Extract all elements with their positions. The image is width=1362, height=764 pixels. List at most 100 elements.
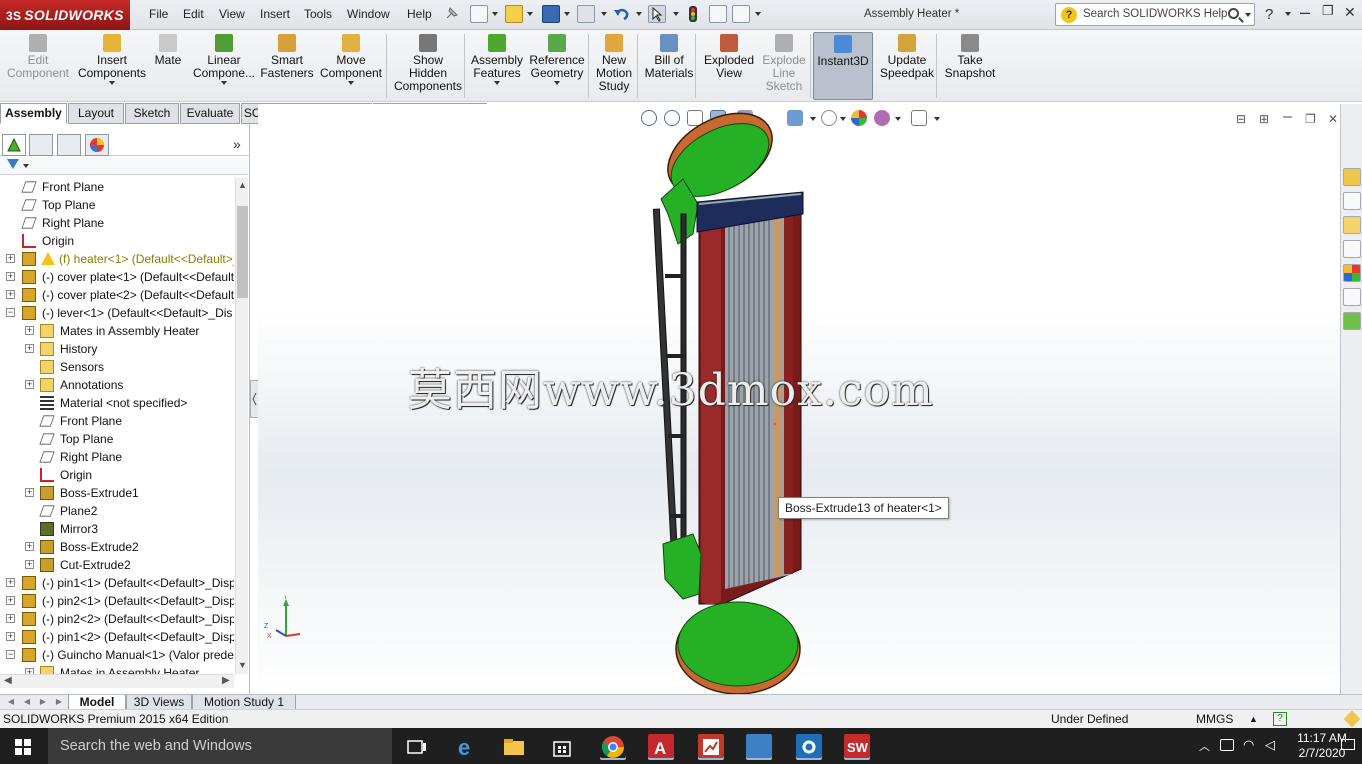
file-explorer-taskbar-icon[interactable] xyxy=(501,734,527,760)
view-settings-dropdown-icon[interactable] xyxy=(934,117,940,121)
taskbar-search-input[interactable]: Search the web and Windows xyxy=(48,728,392,764)
select-icon[interactable] xyxy=(648,5,666,23)
menu-insert[interactable]: Insert xyxy=(260,7,290,21)
view-palette-icon[interactable] xyxy=(1343,240,1361,258)
chrome-icon[interactable] xyxy=(600,734,626,760)
filter-icon[interactable] xyxy=(7,159,19,169)
scroll-right-icon[interactable]: ▶ xyxy=(222,675,230,686)
expand-icon[interactable]: + xyxy=(6,272,15,281)
windows-start-icon[interactable] xyxy=(15,739,31,755)
options-dropdown-icon[interactable] xyxy=(755,12,761,16)
rebuild-icon[interactable] xyxy=(686,5,704,23)
reference-geometry-button[interactable]: Reference Geometry xyxy=(526,32,588,100)
tab-layout[interactable]: Layout xyxy=(68,103,124,124)
collapse-icon[interactable]: − xyxy=(6,308,15,317)
tree-item[interactable]: + (f) heater<1> (Default<<Default>_ xyxy=(0,250,234,268)
solidworks-taskbar-icon[interactable]: SW xyxy=(844,734,870,760)
tree-item[interactable]: Top Plane xyxy=(0,430,234,448)
prev-tab-icon[interactable]: ◀ xyxy=(20,695,34,709)
edit-appearance-icon[interactable] xyxy=(851,110,867,126)
select-dropdown-icon[interactable] xyxy=(673,12,679,16)
tree-item[interactable]: + (-) pin2<1> (Default<<Default>_Disp xyxy=(0,592,234,610)
property-manager-tab-icon[interactable] xyxy=(29,134,53,156)
taskbar-clock[interactable]: 11:17 AM 2/7/2020 xyxy=(1296,731,1348,761)
menu-edit[interactable]: Edit xyxy=(183,7,204,21)
menu-view[interactable]: View xyxy=(219,7,245,21)
expand-icon[interactable]: + xyxy=(25,488,34,497)
tree-vertical-scrollbar[interactable]: ▲ ▼ xyxy=(235,178,248,674)
tree-item[interactable]: Origin xyxy=(0,466,234,484)
rebuild-status-icon[interactable] xyxy=(1343,710,1361,728)
expand-icon[interactable]: + xyxy=(6,614,15,623)
tree-item[interactable]: + History xyxy=(0,340,234,358)
expand-icon[interactable]: + xyxy=(6,290,15,299)
tree-item[interactable]: + Mates in Assembly Heater xyxy=(0,664,234,674)
tab-3d-views[interactable]: 3D Views xyxy=(126,695,192,710)
command-dropdown-icon[interactable] xyxy=(554,81,560,85)
new-motion-study-button[interactable]: New Motion Study xyxy=(590,32,638,100)
new-dropdown-icon[interactable] xyxy=(492,12,498,16)
tree-item[interactable]: + Boss-Extrude1 xyxy=(0,484,234,502)
forum-icon[interactable] xyxy=(1343,312,1361,330)
units-dropdown-icon[interactable]: ▲ xyxy=(1249,710,1258,729)
configuration-manager-tab-icon[interactable] xyxy=(57,134,81,156)
remote-desktop-icon[interactable] xyxy=(746,734,772,760)
close-icon[interactable]: ✕ xyxy=(1344,4,1356,21)
tree-item[interactable]: Front Plane xyxy=(0,178,234,196)
insert-components-button[interactable]: Insert Components xyxy=(70,32,154,100)
pin-icon[interactable] xyxy=(444,5,462,23)
viewport-restore-icon[interactable]: ❐ xyxy=(1305,112,1316,126)
expand-icon[interactable]: + xyxy=(6,578,15,587)
save-dropdown-icon[interactable] xyxy=(564,12,570,16)
expand-icon[interactable]: + xyxy=(25,344,34,353)
settings-gear-icon[interactable] xyxy=(796,734,822,760)
tree-item[interactable]: + (-) cover plate<2> (Default<<Default xyxy=(0,286,234,304)
open-dropdown-icon[interactable] xyxy=(527,12,533,16)
first-tab-icon[interactable]: ◀ xyxy=(4,695,18,709)
edit-component-button[interactable]: Edit Component xyxy=(2,32,74,100)
expand-icon[interactable]: + xyxy=(25,542,34,551)
store-icon[interactable] xyxy=(549,734,575,760)
file-properties-icon[interactable] xyxy=(709,5,727,23)
tab-motion-study-1[interactable]: Motion Study 1 xyxy=(192,695,296,710)
command-dropdown-icon[interactable] xyxy=(221,81,227,85)
tree-item[interactable]: Origin xyxy=(0,232,234,250)
file-explorer-icon[interactable] xyxy=(1343,216,1361,234)
menu-window[interactable]: Window xyxy=(347,7,390,21)
battery-icon[interactable] xyxy=(1220,739,1234,751)
show-hidden-components-button[interactable]: Show Hidden Components xyxy=(390,32,466,100)
status-help-icon[interactable]: ? xyxy=(1273,712,1287,726)
undo-icon[interactable] xyxy=(613,5,631,23)
scroll-up-icon[interactable]: ▲ xyxy=(238,180,247,190)
scene-dropdown-icon[interactable] xyxy=(895,117,901,121)
tree-item[interactable]: Top Plane xyxy=(0,196,234,214)
autocad-icon[interactable]: A xyxy=(648,734,674,760)
expand-icon[interactable]: + xyxy=(6,632,15,641)
units-selector[interactable]: MMGS xyxy=(1196,710,1233,729)
display-manager-tab-icon[interactable] xyxy=(85,134,109,156)
tree-item[interactable]: Plane2 xyxy=(0,502,234,520)
new-document-icon[interactable] xyxy=(470,5,488,23)
bill-of-materials-button[interactable]: Bill of Materials xyxy=(640,32,698,100)
save-icon[interactable] xyxy=(542,5,560,23)
command-dropdown-icon[interactable] xyxy=(109,81,115,85)
tree-item[interactable]: − (-) lever<1> (Default<<Default>_Dis xyxy=(0,304,234,322)
help-icon[interactable]: ? xyxy=(1265,6,1273,23)
exploded-view-button[interactable]: Exploded View xyxy=(700,32,758,100)
expand-icon[interactable]: + xyxy=(6,596,15,605)
expand-icon[interactable]: + xyxy=(25,326,34,335)
minimize-icon[interactable]: – xyxy=(1300,2,1310,23)
custom-properties-icon[interactable] xyxy=(1343,288,1361,306)
filter-dropdown-icon[interactable] xyxy=(23,164,29,168)
hide-show-dropdown-icon[interactable] xyxy=(840,117,846,121)
volume-icon[interactable]: ◁ xyxy=(1265,737,1275,753)
tray-overflow-icon[interactable]: ︿ xyxy=(1199,738,1210,754)
linear-component-pattern-button[interactable]: Linear Compone... xyxy=(188,32,260,100)
view-settings-icon[interactable] xyxy=(911,110,927,126)
tree-item[interactable]: Right Plane xyxy=(0,214,234,232)
mate-button[interactable]: Mate xyxy=(150,32,186,100)
graphics-area[interactable]: ⊟ ⊞ – ❐ ✕ 莫西网www.3dmox.com Boss-Extrude1… xyxy=(258,104,1340,695)
viewport-close-icon[interactable]: ✕ xyxy=(1328,112,1338,126)
expand-icon[interactable]: + xyxy=(25,560,34,569)
tab-assembly[interactable]: Assembly xyxy=(0,103,67,124)
